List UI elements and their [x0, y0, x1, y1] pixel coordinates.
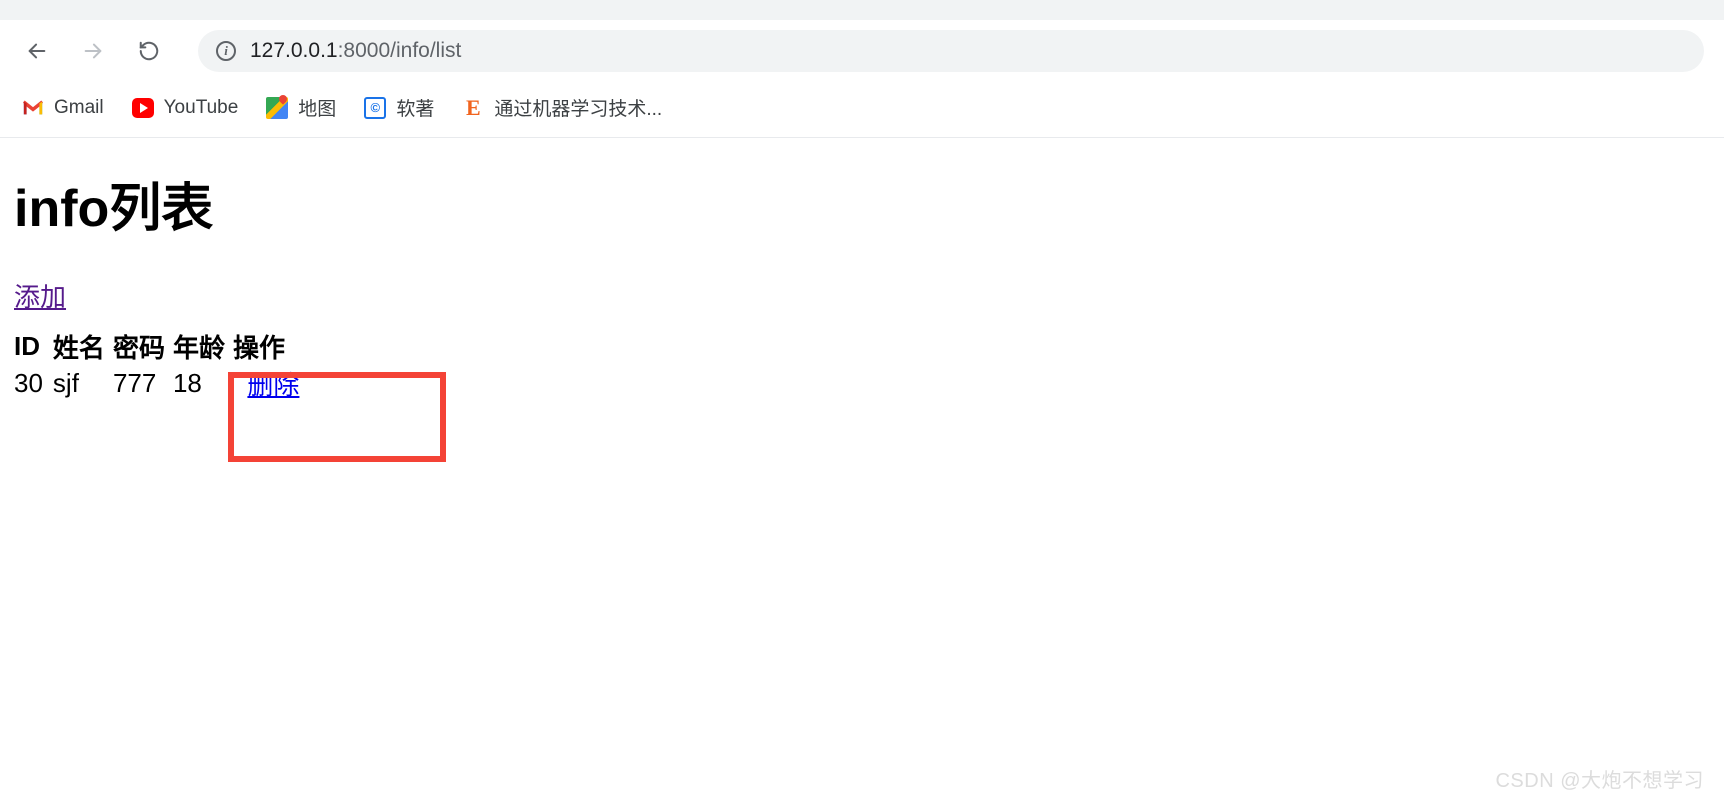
th-op: 操作	[233, 328, 309, 365]
url-host: 127.0.0.1	[250, 39, 338, 62]
address-bar[interactable]: i 127.0.0.1:8000/info/list	[198, 30, 1704, 72]
bookmark-label: Gmail	[54, 97, 104, 119]
reload-button[interactable]	[132, 34, 166, 68]
delete-link[interactable]: 删除	[247, 370, 299, 400]
url-text: 127.0.0.1:8000/info/list	[250, 39, 461, 63]
watermark: CSDN @大炮不想学习	[1495, 764, 1704, 793]
back-button[interactable]	[20, 34, 54, 68]
gmail-icon	[22, 97, 44, 119]
site-info-icon[interactable]: i	[216, 41, 236, 61]
bookmark-ml[interactable]: E 通过机器学习技术...	[462, 94, 662, 121]
url-path: :8000/info/list	[338, 39, 462, 62]
th-password: 密码	[113, 328, 173, 365]
bookmark-label: 地图	[298, 94, 336, 121]
bookmark-youtube[interactable]: YouTube	[132, 97, 239, 119]
maps-icon	[266, 97, 288, 119]
page-title: info列表	[14, 166, 1710, 241]
page-content: info列表 添加 ID 姓名 密码 年龄 操作 30 sjf 777 18 删…	[0, 138, 1724, 430]
add-link[interactable]: 添加	[14, 277, 66, 314]
youtube-icon	[132, 97, 154, 119]
cell-name: sjf	[53, 365, 113, 402]
th-id: ID	[14, 328, 53, 365]
bookmark-maps[interactable]: 地图	[266, 94, 336, 121]
bookmark-label: 通过机器学习技术...	[494, 94, 662, 121]
cell-password: 777	[113, 365, 173, 402]
cell-id: 30	[14, 365, 53, 402]
table-row: 30 sjf 777 18 删除	[14, 365, 309, 402]
bookmark-ruanzhu[interactable]: © 软著	[364, 94, 434, 121]
cell-age: 18	[173, 365, 233, 402]
cell-op: 删除	[233, 365, 309, 402]
bookmark-gmail[interactable]: Gmail	[22, 97, 104, 119]
th-name: 姓名	[53, 328, 113, 365]
table-header-row: ID 姓名 密码 年龄 操作	[14, 328, 309, 365]
tab-strip	[0, 0, 1724, 20]
forward-button[interactable]	[76, 34, 110, 68]
bookmark-label: YouTube	[164, 97, 239, 119]
browser-toolbar: i 127.0.0.1:8000/info/list	[0, 20, 1724, 82]
bookmark-label: 软著	[396, 94, 434, 121]
copyright-icon: ©	[364, 97, 386, 119]
th-age: 年龄	[173, 328, 233, 365]
bookmarks-bar: Gmail YouTube 地图 © 软著 E 通过机器学习技术...	[0, 82, 1724, 138]
etsy-icon: E	[462, 97, 484, 119]
info-table: ID 姓名 密码 年龄 操作 30 sjf 777 18 删除	[14, 328, 309, 402]
